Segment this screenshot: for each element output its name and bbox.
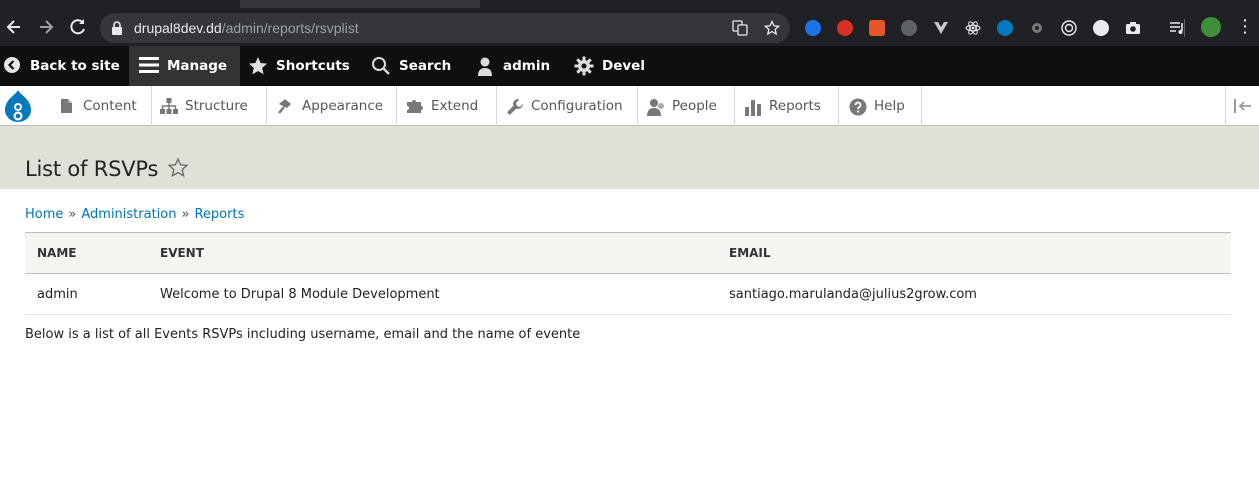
devel-label: Devel (602, 58, 645, 74)
extension-recycle-icon[interactable] (901, 20, 917, 36)
wrench-icon (506, 98, 523, 115)
back-to-site-link[interactable]: Back to site (2, 46, 134, 86)
tray-item-label: Appearance (302, 98, 384, 114)
extension-check-icon[interactable] (805, 20, 821, 36)
bookmark-star-icon[interactable] (763, 19, 781, 36)
page-description: Below is a list of all Events RSVPs incl… (25, 327, 581, 342)
tray-item-help[interactable]: Help (839, 86, 922, 126)
extension-office-icon[interactable] (869, 20, 885, 36)
page-title: List of RSVPs (25, 157, 159, 181)
extension-camera-icon[interactable] (1125, 20, 1141, 36)
table-header-row: Name Event Email (25, 232, 1231, 274)
tray-orientation-toggle-icon[interactable] (1225, 86, 1259, 126)
extension-react-icon[interactable] (965, 20, 981, 36)
column-header-event: Event (160, 246, 204, 260)
tray-item-reports[interactable]: Reports (735, 86, 839, 126)
search-icon (371, 56, 391, 76)
breadcrumb-separator: » (181, 207, 190, 222)
extension-vue-icon[interactable] (933, 20, 949, 36)
extension-hand-icon[interactable] (837, 20, 853, 36)
admin-toolbar: Back to site Manage Shortcuts Search adm… (0, 46, 1259, 86)
shortcuts-tab[interactable]: Shortcuts (248, 46, 350, 86)
media-queue-icon[interactable] (1169, 20, 1185, 36)
column-header-name: Name (37, 246, 77, 260)
breadcrumb: Home » Administration » Reports (25, 207, 244, 222)
browser-tab[interactable] (240, 0, 480, 8)
extension-gear-icon[interactable] (1029, 20, 1045, 36)
tray-item-appearance[interactable]: Appearance (267, 86, 397, 126)
chevron-left-circle-icon (2, 56, 22, 76)
user-tab[interactable]: admin (475, 46, 550, 86)
tray-item-label: Configuration (531, 98, 623, 114)
address-bar[interactable]: drupal8dev.dd/admin/reports/rsvplist (100, 13, 790, 43)
hamburger-icon (139, 56, 159, 76)
tray-item-label: Extend (431, 98, 479, 114)
extension-target-icon[interactable] (1061, 20, 1077, 36)
tray-item-label: People (672, 98, 717, 114)
gear-icon (574, 56, 594, 76)
breadcrumb-home[interactable]: Home (25, 207, 63, 222)
profile-avatar[interactable] (1201, 17, 1221, 37)
tray-item-label: Reports (769, 98, 821, 114)
shortcuts-label: Shortcuts (276, 58, 350, 74)
appearance-icon (277, 98, 293, 114)
column-header-email: Email (729, 246, 771, 260)
structure-icon (160, 98, 178, 114)
rsvp-table: Name Event Email admin Welcome to Drupal… (25, 232, 1231, 315)
back-to-site-label: Back to site (30, 58, 120, 74)
browser-chrome: drupal8dev.dd/admin/reports/rsvplist ⋮ (0, 0, 1259, 46)
url-path: /admin/reports/rsvplist (221, 20, 359, 36)
tray-item-label: Structure (185, 98, 248, 114)
tray-item-people[interactable]: People (638, 86, 735, 126)
browser-menu-icon[interactable]: ⋮ (1236, 17, 1254, 37)
cell-email: santiago.marulanda@julius2grow.com (729, 286, 977, 302)
tray-item-content[interactable]: Content (36, 86, 152, 126)
breadcrumb-separator: » (68, 207, 77, 222)
reports-icon (744, 98, 761, 116)
add-shortcut-star-icon[interactable] (167, 157, 189, 179)
tray-item-extend[interactable]: Extend (397, 86, 497, 126)
tab-strip (0, 0, 1259, 10)
extension-dots-icon[interactable] (1093, 20, 1109, 36)
translate-icon[interactable] (732, 20, 748, 36)
cell-event: Welcome to Drupal 8 Module Development (160, 286, 440, 302)
content-icon (58, 98, 74, 114)
extension-drupal-icon[interactable] (997, 20, 1013, 36)
tray-item-configuration[interactable]: Configuration (497, 86, 638, 126)
tray-item-label: Content (83, 98, 137, 114)
breadcrumb-reports[interactable]: Reports (194, 207, 244, 222)
drupal-logo-icon[interactable] (0, 86, 36, 126)
search-tab[interactable]: Search (371, 46, 451, 86)
user-label: admin (503, 58, 551, 74)
user-icon (475, 56, 495, 76)
extend-icon (406, 98, 423, 114)
breadcrumb-administration[interactable]: Administration (81, 207, 176, 222)
url-host: drupal8dev.dd (134, 20, 222, 36)
url-text: drupal8dev.dd/admin/reports/rsvplist (134, 20, 359, 36)
search-label: Search (399, 58, 452, 74)
admin-tray: Content Structure Appearance Extend Conf… (0, 86, 1259, 126)
help-icon (849, 98, 867, 116)
star-icon (248, 56, 268, 76)
manage-tab[interactable]: Manage (129, 46, 240, 86)
manage-label: Manage (167, 58, 228, 74)
tray-item-label: Help (874, 98, 905, 114)
back-arrow-icon[interactable] (4, 17, 24, 37)
table-row: admin Welcome to Drupal 8 Module Develop… (25, 274, 1231, 315)
lock-icon (112, 21, 122, 35)
tray-item-structure[interactable]: Structure (152, 86, 267, 126)
devel-tab[interactable]: Devel (574, 46, 645, 86)
people-icon (647, 98, 664, 116)
cell-name: admin (37, 286, 78, 302)
reload-icon[interactable] (68, 17, 88, 37)
forward-arrow-icon[interactable] (36, 17, 56, 37)
